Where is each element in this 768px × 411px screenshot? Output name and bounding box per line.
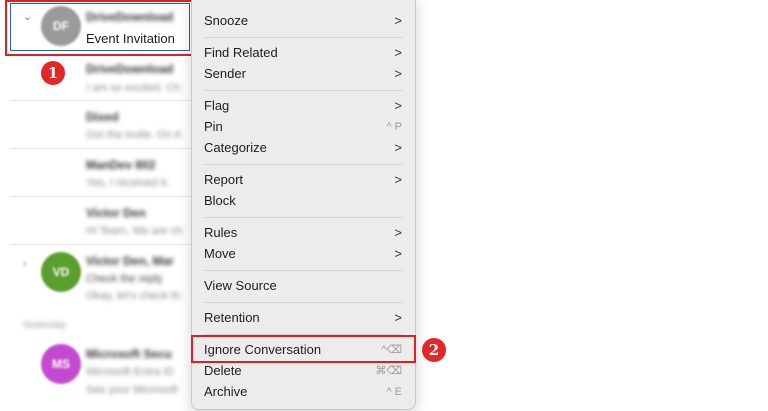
section-label: Yesterday <box>22 320 67 331</box>
menu-separator <box>204 90 402 91</box>
sender-name: ManDev 802 <box>86 158 156 172</box>
shortcut-hint: ⌘⌫ <box>375 365 402 377</box>
menu-item-archive[interactable]: Archive ^ E <box>204 382 404 402</box>
preview-text: See your Microsoft <box>86 384 178 396</box>
chevron-right-icon: > <box>394 140 402 155</box>
step2-highlight <box>191 335 416 363</box>
preview-text: Microsoft Entra ID <box>86 366 175 378</box>
preview-text: Okay, let's check th <box>86 290 181 302</box>
preview-text: Got the invite. On A <box>86 129 182 141</box>
menu-item-snooze[interactable]: Snooze > <box>204 11 404 31</box>
chevron-right-icon: > <box>394 13 402 28</box>
sender-name: Microsoft Secu <box>86 347 173 361</box>
menu-item-move[interactable]: Move > <box>204 244 404 264</box>
sender-name: Victor Den, Mar <box>86 254 174 268</box>
message-list: ⌄ DF DriveDownload Event Invitation 1 Dr… <box>0 0 196 411</box>
menu-item-report[interactable]: Report > <box>204 170 404 190</box>
menu-item-rules[interactable]: Rules > <box>204 223 404 243</box>
preview-text: Yes, I received it. <box>86 177 170 189</box>
menu-separator <box>204 270 402 271</box>
step1-badge: 1 <box>41 61 65 85</box>
menu-separator <box>204 217 402 218</box>
chevron-right-icon: > <box>394 98 402 113</box>
menu-item-block[interactable]: Block <box>204 191 404 211</box>
menu-item-flag[interactable]: Flag > <box>204 96 404 116</box>
menu-item-find-related[interactable]: Find Related > <box>204 43 404 63</box>
avatar: MS <box>41 344 81 384</box>
chevron-right-icon: > <box>394 172 402 187</box>
divider <box>10 100 196 101</box>
preview-text: Check the reply <box>86 273 163 285</box>
menu-item-retention[interactable]: Retention > <box>204 308 404 328</box>
chevron-right-icon: > <box>394 66 402 81</box>
chevron-right-icon[interactable]: › <box>23 258 27 270</box>
chevron-right-icon: > <box>394 45 402 60</box>
shortcut-hint: ^ P <box>386 121 402 133</box>
shortcut-hint: ^ E <box>386 386 402 398</box>
divider <box>10 148 196 149</box>
step2-badge: 2 <box>422 338 446 362</box>
chevron-right-icon: > <box>394 225 402 240</box>
chevron-right-icon: > <box>394 246 402 261</box>
divider <box>10 196 196 197</box>
menu-item-delete[interactable]: Delete ⌘⌫ <box>204 361 404 381</box>
menu-item-view-source[interactable]: View Source <box>204 276 404 296</box>
menu-separator <box>204 164 402 165</box>
preview-text: I am so excited. Ch <box>86 82 181 94</box>
sender-name: DriveDownload <box>86 62 174 76</box>
sender-name: Dixed <box>86 110 119 124</box>
menu-separator <box>204 302 402 303</box>
menu-separator <box>204 37 402 38</box>
menu-item-categorize[interactable]: Categorize > <box>204 138 404 158</box>
preview-text: Hi Team, We are ch <box>86 225 183 237</box>
avatar: VD <box>41 252 81 292</box>
divider <box>10 244 196 245</box>
sender-name: Victor Den <box>86 206 146 220</box>
chevron-right-icon: > <box>394 310 402 325</box>
menu-item-pin[interactable]: Pin ^ P <box>204 117 404 137</box>
menu-item-sender[interactable]: Sender > <box>204 64 404 84</box>
reading-pane <box>414 0 768 411</box>
step1-highlight <box>5 0 193 56</box>
